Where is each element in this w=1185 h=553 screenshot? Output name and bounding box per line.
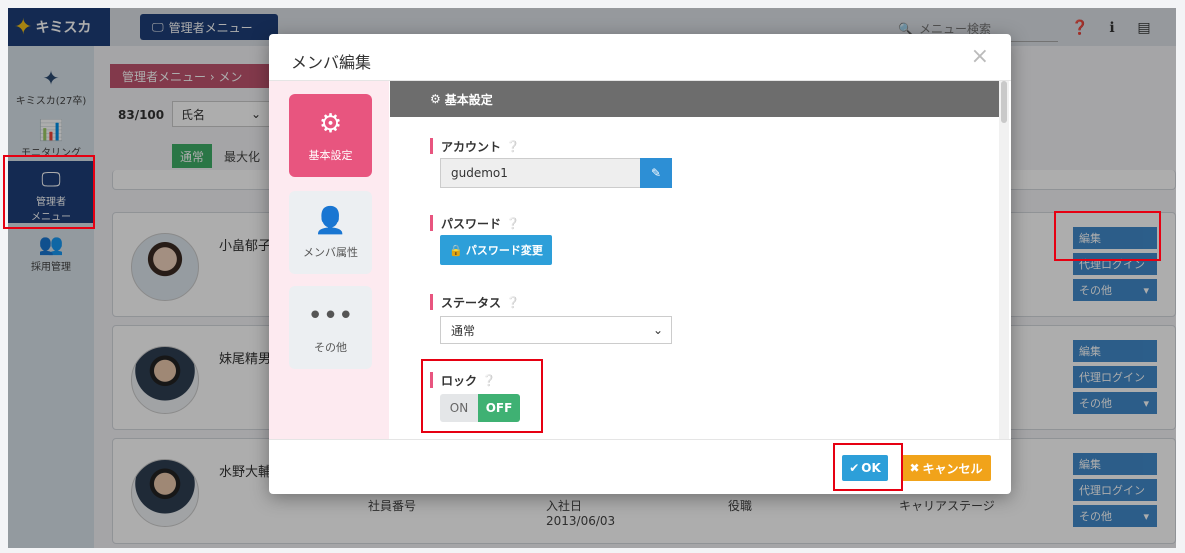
highlight-lock-toggle	[421, 359, 543, 433]
close-icon[interactable]: ×	[971, 44, 989, 69]
help-icon[interactable]: ❔	[506, 140, 520, 153]
gear-icon: ⚙	[430, 92, 441, 106]
tab-basic-settings[interactable]: ⚙ 基本設定	[289, 94, 372, 177]
edit-account-button[interactable]: ✎	[640, 158, 672, 188]
tab-label: 基本設定	[308, 148, 353, 162]
change-password-button[interactable]: 🔒 パスワード変更	[440, 235, 552, 265]
status-select[interactable]: 通常 ⌄	[440, 316, 672, 344]
cancel-button[interactable]: ✖ キャンセル	[901, 455, 991, 481]
highlight-admin-menu	[3, 155, 95, 229]
lock-icon: 🔒	[449, 243, 463, 257]
modal-side-nav: ⚙ 基本設定 👤 メンバ属性 ••• その他	[269, 81, 389, 439]
chevron-down-icon: ⌄	[652, 323, 663, 337]
dots-icon: •••	[307, 300, 354, 331]
section-header: ⚙ 基本設定	[390, 81, 999, 117]
status-label-text: ステータス	[441, 295, 502, 310]
highlight-ok-button	[833, 443, 903, 491]
account-field[interactable]: gudemo1	[440, 158, 640, 188]
help-icon[interactable]: ❔	[506, 296, 520, 309]
section-title: 基本設定	[444, 92, 493, 107]
x-icon: ✖	[909, 461, 920, 475]
tab-other[interactable]: ••• その他	[289, 286, 372, 369]
status-select-value: 通常	[451, 323, 476, 338]
account-label: アカウント ❔	[430, 138, 520, 154]
cancel-label: キャンセル	[922, 461, 983, 476]
password-label: パスワード ❔	[430, 215, 520, 231]
tab-label: その他	[314, 340, 347, 354]
tab-member-attributes[interactable]: 👤 メンバ属性	[289, 191, 372, 274]
member-edit-modal: メンバ編集 × ⚙ 基本設定 👤 メンバ属性 ••• その他 ⚙ 基本設定 アカ…	[269, 34, 1011, 494]
person-icon: 👤	[314, 205, 347, 236]
footer-divider	[269, 439, 1011, 440]
account-label-text: アカウント	[441, 139, 502, 154]
password-label-text: パスワード	[441, 216, 502, 231]
tab-label: メンバ属性	[303, 245, 358, 259]
help-icon[interactable]: ❔	[506, 217, 520, 230]
modal-scrollbar[interactable]	[999, 81, 1009, 439]
modal-title: メンバ編集	[291, 53, 372, 72]
gear-icon: ⚙	[318, 108, 343, 139]
highlight-edit-button	[1054, 211, 1161, 261]
change-password-label: パスワード変更	[465, 244, 543, 257]
scroll-thumb[interactable]	[1001, 81, 1007, 123]
status-label: ステータス ❔	[430, 294, 520, 310]
pencil-icon: ✎	[650, 166, 662, 180]
